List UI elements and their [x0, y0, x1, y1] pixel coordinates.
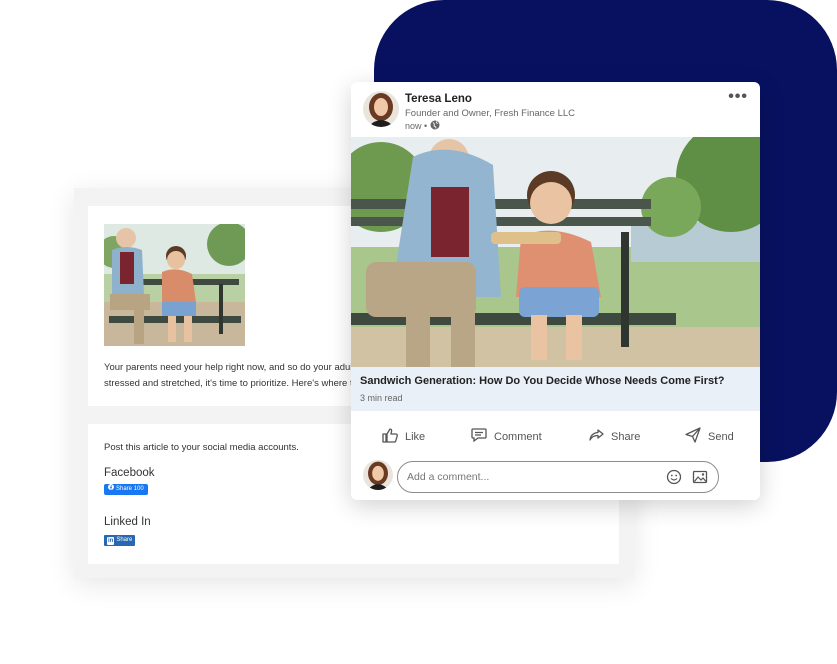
share-label: Share: [611, 430, 641, 443]
post-time-text: now •: [405, 121, 428, 131]
linkedin-share-label: Share: [116, 537, 133, 543]
article-thumbnail: [104, 224, 245, 346]
linkedin-label: Linked In: [104, 516, 151, 528]
linkedin-icon: in: [107, 536, 115, 545]
post-timestamp: now •: [405, 120, 440, 132]
linkedin-post-card: Teresa Leno Founder and Owner, Fresh Fin…: [351, 82, 760, 500]
comment-input[interactable]: Add a comment...: [397, 461, 719, 493]
read-time: 3 min read: [360, 393, 403, 403]
send-label: Send: [708, 430, 734, 443]
image-icon[interactable]: [692, 469, 708, 490]
comment-button[interactable]: Comment: [470, 426, 542, 447]
like-label: Like: [405, 430, 426, 443]
linkedin-share-button[interactable]: in Share: [104, 535, 136, 546]
author-avatar[interactable]: [363, 91, 399, 127]
comment-icon: [470, 426, 488, 447]
share-button[interactable]: Share: [587, 426, 640, 447]
facebook-icon: [108, 484, 114, 495]
post-image[interactable]: [351, 137, 760, 367]
commenter-avatar: [363, 460, 393, 490]
send-button[interactable]: Send: [684, 426, 734, 447]
link-title: Sandwich Generation: How Do You Decide W…: [360, 375, 725, 387]
emoji-icon[interactable]: [666, 469, 682, 490]
comment-placeholder: Add a comment...: [407, 471, 490, 483]
share-icon: [587, 426, 605, 447]
like-button[interactable]: Like: [381, 426, 425, 447]
facebook-label: Facebook: [104, 467, 155, 479]
like-icon: [381, 426, 399, 447]
share-intro-text: Post this article to your social media a…: [104, 442, 299, 453]
facebook-share-button[interactable]: Share 100: [104, 484, 148, 495]
author-title: Founder and Owner, Fresh Finance LLC: [405, 108, 576, 119]
link-preview[interactable]: Sandwich Generation: How Do You Decide W…: [351, 367, 760, 411]
comment-label: Comment: [494, 430, 542, 443]
send-icon: [684, 426, 702, 447]
post-actions: Like Comment Share Send: [351, 421, 760, 451]
globe-icon: [430, 120, 440, 132]
author-name[interactable]: Teresa Leno: [405, 93, 472, 105]
more-icon[interactable]: •••: [728, 88, 748, 106]
facebook-share-label: Share 100: [116, 486, 144, 492]
